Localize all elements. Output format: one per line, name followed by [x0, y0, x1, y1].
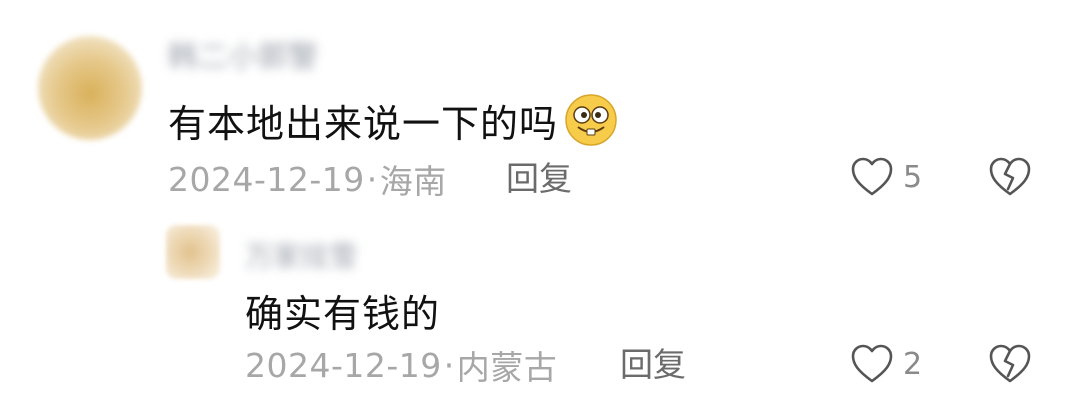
dislike-button[interactable] — [988, 343, 1032, 385]
like-button[interactable]: 5 — [850, 156, 922, 198]
avatar[interactable] — [166, 225, 220, 279]
like-button[interactable]: 2 — [850, 343, 922, 385]
like-count: 5 — [903, 159, 923, 195]
comment-location: 海南 — [379, 162, 447, 201]
reply-button[interactable]: 回复 — [620, 343, 686, 387]
broken-heart-icon — [988, 343, 1032, 385]
comment-text: 有本地出来说一下的吗 — [168, 101, 559, 146]
comment-text-row: 有本地出来说一下的吗 — [168, 93, 618, 147]
comment-meta: 2024-12-19 · 海南 — [168, 157, 447, 202]
comment-date: 2024-12-19 — [168, 159, 365, 199]
avatar[interactable] — [38, 36, 142, 140]
reply-button[interactable]: 回复 — [506, 157, 572, 201]
comment-date: 2024-12-19 — [245, 345, 442, 385]
reply-comment-item: 万家炫雪 确实有钱的 2024-12-19 · 内蒙古 回复 2 — [0, 215, 1080, 406]
comment-meta: 2024-12-19 · 内蒙古 — [245, 343, 558, 388]
comment-item: 韩二小郭警 有本地出来说一下的吗 2024-12-19 · 海南 回复 5 — [0, 0, 1080, 210]
meta-separator: · — [443, 345, 455, 385]
grinning-face-emoji-icon — [564, 93, 618, 147]
comment-text: 确实有钱的 — [245, 292, 441, 336]
username[interactable]: 万家炫雪 — [245, 235, 357, 275]
like-count: 2 — [903, 346, 923, 382]
username[interactable]: 韩二小郭警 — [168, 32, 318, 76]
comment-location: 内蒙古 — [456, 348, 558, 387]
heart-outline-icon — [850, 343, 894, 385]
broken-heart-icon — [988, 156, 1032, 198]
dislike-button[interactable] — [988, 156, 1032, 198]
heart-outline-icon — [850, 156, 894, 198]
meta-separator: · — [366, 159, 378, 199]
